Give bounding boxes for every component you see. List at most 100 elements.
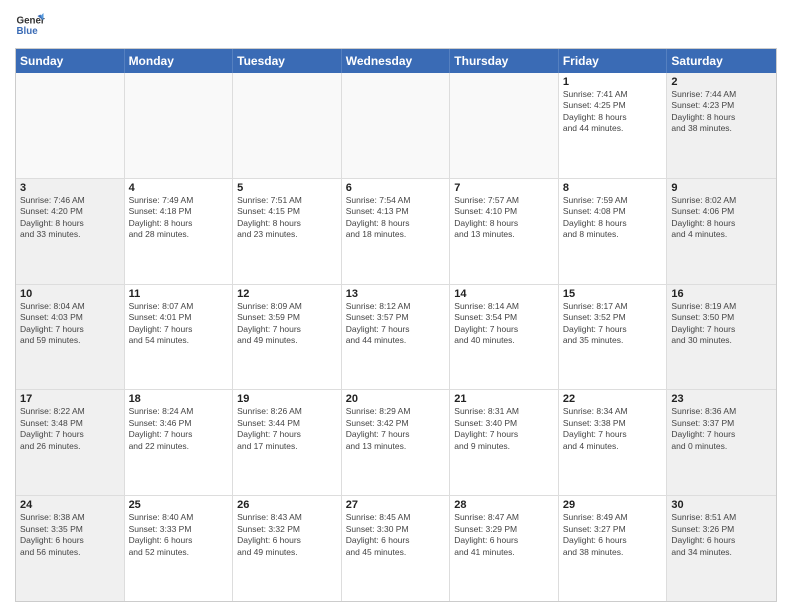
day-cell-5: 5Sunrise: 7:51 AM Sunset: 4:15 PM Daylig… [233,179,342,284]
calendar: SundayMondayTuesdayWednesdayThursdayFrid… [15,48,777,602]
day-info: Sunrise: 8:45 AM Sunset: 3:30 PM Dayligh… [346,512,446,558]
day-number: 28 [454,499,554,511]
day-number: 17 [20,393,120,405]
header-day-wednesday: Wednesday [342,49,451,73]
empty-cell [342,73,451,178]
day-cell-9: 9Sunrise: 8:02 AM Sunset: 4:06 PM Daylig… [667,179,776,284]
day-info: Sunrise: 8:02 AM Sunset: 4:06 PM Dayligh… [671,195,772,241]
day-info: Sunrise: 7:49 AM Sunset: 4:18 PM Dayligh… [129,195,229,241]
day-info: Sunrise: 8:07 AM Sunset: 4:01 PM Dayligh… [129,301,229,347]
day-cell-1: 1Sunrise: 7:41 AM Sunset: 4:25 PM Daylig… [559,73,668,178]
day-cell-20: 20Sunrise: 8:29 AM Sunset: 3:42 PM Dayli… [342,390,451,495]
day-info: Sunrise: 8:09 AM Sunset: 3:59 PM Dayligh… [237,301,337,347]
header-day-thursday: Thursday [450,49,559,73]
day-info: Sunrise: 8:29 AM Sunset: 3:42 PM Dayligh… [346,406,446,452]
logo: General Blue [15,10,45,40]
calendar-row-1: 1Sunrise: 7:41 AM Sunset: 4:25 PM Daylig… [16,73,776,179]
day-info: Sunrise: 8:26 AM Sunset: 3:44 PM Dayligh… [237,406,337,452]
day-info: Sunrise: 7:51 AM Sunset: 4:15 PM Dayligh… [237,195,337,241]
calendar-row-3: 10Sunrise: 8:04 AM Sunset: 4:03 PM Dayli… [16,285,776,391]
day-number: 4 [129,182,229,194]
svg-text:Blue: Blue [17,26,39,37]
day-cell-13: 13Sunrise: 8:12 AM Sunset: 3:57 PM Dayli… [342,285,451,390]
day-number: 26 [237,499,337,511]
day-info: Sunrise: 8:47 AM Sunset: 3:29 PM Dayligh… [454,512,554,558]
calendar-row-5: 24Sunrise: 8:38 AM Sunset: 3:35 PM Dayli… [16,496,776,601]
day-number: 15 [563,288,663,300]
day-info: Sunrise: 7:46 AM Sunset: 4:20 PM Dayligh… [20,195,120,241]
day-number: 2 [671,76,772,88]
day-cell-25: 25Sunrise: 8:40 AM Sunset: 3:33 PM Dayli… [125,496,234,601]
day-number: 24 [20,499,120,511]
day-cell-6: 6Sunrise: 7:54 AM Sunset: 4:13 PM Daylig… [342,179,451,284]
header-day-friday: Friday [559,49,668,73]
day-info: Sunrise: 8:24 AM Sunset: 3:46 PM Dayligh… [129,406,229,452]
day-number: 22 [563,393,663,405]
day-number: 6 [346,182,446,194]
day-cell-18: 18Sunrise: 8:24 AM Sunset: 3:46 PM Dayli… [125,390,234,495]
day-info: Sunrise: 7:57 AM Sunset: 4:10 PM Dayligh… [454,195,554,241]
day-number: 25 [129,499,229,511]
day-cell-8: 8Sunrise: 7:59 AM Sunset: 4:08 PM Daylig… [559,179,668,284]
day-info: Sunrise: 7:59 AM Sunset: 4:08 PM Dayligh… [563,195,663,241]
day-number: 16 [671,288,772,300]
header-day-tuesday: Tuesday [233,49,342,73]
day-cell-17: 17Sunrise: 8:22 AM Sunset: 3:48 PM Dayli… [16,390,125,495]
header-day-sunday: Sunday [16,49,125,73]
day-info: Sunrise: 8:31 AM Sunset: 3:40 PM Dayligh… [454,406,554,452]
day-number: 9 [671,182,772,194]
day-cell-15: 15Sunrise: 8:17 AM Sunset: 3:52 PM Dayli… [559,285,668,390]
day-cell-2: 2Sunrise: 7:44 AM Sunset: 4:23 PM Daylig… [667,73,776,178]
day-number: 18 [129,393,229,405]
empty-cell [450,73,559,178]
day-info: Sunrise: 7:41 AM Sunset: 4:25 PM Dayligh… [563,89,663,135]
day-info: Sunrise: 8:43 AM Sunset: 3:32 PM Dayligh… [237,512,337,558]
day-number: 8 [563,182,663,194]
day-cell-22: 22Sunrise: 8:34 AM Sunset: 3:38 PM Dayli… [559,390,668,495]
empty-cell [233,73,342,178]
day-info: Sunrise: 8:38 AM Sunset: 3:35 PM Dayligh… [20,512,120,558]
day-info: Sunrise: 8:22 AM Sunset: 3:48 PM Dayligh… [20,406,120,452]
calendar-row-2: 3Sunrise: 7:46 AM Sunset: 4:20 PM Daylig… [16,179,776,285]
day-number: 19 [237,393,337,405]
day-cell-12: 12Sunrise: 8:09 AM Sunset: 3:59 PM Dayli… [233,285,342,390]
day-number: 14 [454,288,554,300]
day-number: 1 [563,76,663,88]
day-number: 7 [454,182,554,194]
day-cell-23: 23Sunrise: 8:36 AM Sunset: 3:37 PM Dayli… [667,390,776,495]
day-info: Sunrise: 8:36 AM Sunset: 3:37 PM Dayligh… [671,406,772,452]
day-cell-16: 16Sunrise: 8:19 AM Sunset: 3:50 PM Dayli… [667,285,776,390]
logo-icon: General Blue [15,10,45,40]
day-cell-3: 3Sunrise: 7:46 AM Sunset: 4:20 PM Daylig… [16,179,125,284]
empty-cell [125,73,234,178]
day-number: 13 [346,288,446,300]
day-cell-11: 11Sunrise: 8:07 AM Sunset: 4:01 PM Dayli… [125,285,234,390]
header-day-saturday: Saturday [667,49,776,73]
day-cell-24: 24Sunrise: 8:38 AM Sunset: 3:35 PM Dayli… [16,496,125,601]
day-cell-28: 28Sunrise: 8:47 AM Sunset: 3:29 PM Dayli… [450,496,559,601]
day-info: Sunrise: 8:14 AM Sunset: 3:54 PM Dayligh… [454,301,554,347]
day-info: Sunrise: 8:19 AM Sunset: 3:50 PM Dayligh… [671,301,772,347]
calendar-row-4: 17Sunrise: 8:22 AM Sunset: 3:48 PM Dayli… [16,390,776,496]
day-number: 3 [20,182,120,194]
day-info: Sunrise: 8:12 AM Sunset: 3:57 PM Dayligh… [346,301,446,347]
day-number: 27 [346,499,446,511]
day-cell-27: 27Sunrise: 8:45 AM Sunset: 3:30 PM Dayli… [342,496,451,601]
day-info: Sunrise: 8:51 AM Sunset: 3:26 PM Dayligh… [671,512,772,558]
day-cell-26: 26Sunrise: 8:43 AM Sunset: 3:32 PM Dayli… [233,496,342,601]
day-number: 21 [454,393,554,405]
day-cell-7: 7Sunrise: 7:57 AM Sunset: 4:10 PM Daylig… [450,179,559,284]
day-info: Sunrise: 7:54 AM Sunset: 4:13 PM Dayligh… [346,195,446,241]
day-info: Sunrise: 8:17 AM Sunset: 3:52 PM Dayligh… [563,301,663,347]
day-info: Sunrise: 8:04 AM Sunset: 4:03 PM Dayligh… [20,301,120,347]
calendar-header: SundayMondayTuesdayWednesdayThursdayFrid… [16,49,776,73]
day-number: 30 [671,499,772,511]
day-info: Sunrise: 8:40 AM Sunset: 3:33 PM Dayligh… [129,512,229,558]
day-cell-21: 21Sunrise: 8:31 AM Sunset: 3:40 PM Dayli… [450,390,559,495]
day-number: 20 [346,393,446,405]
day-info: Sunrise: 8:34 AM Sunset: 3:38 PM Dayligh… [563,406,663,452]
page-header: General Blue [15,10,777,40]
header-day-monday: Monday [125,49,234,73]
day-cell-19: 19Sunrise: 8:26 AM Sunset: 3:44 PM Dayli… [233,390,342,495]
day-cell-29: 29Sunrise: 8:49 AM Sunset: 3:27 PM Dayli… [559,496,668,601]
